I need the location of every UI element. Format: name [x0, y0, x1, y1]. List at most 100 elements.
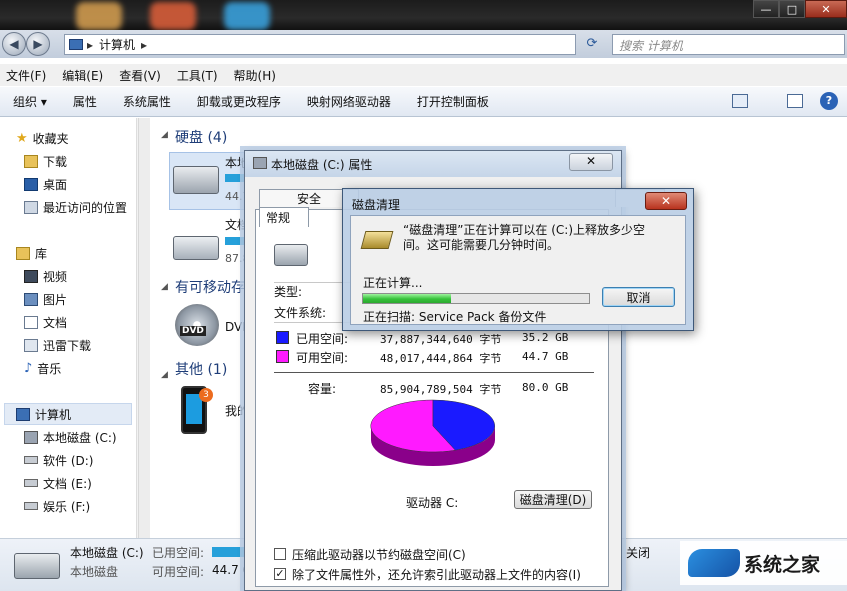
sidebar-item-label: 图片	[43, 292, 68, 307]
sidebar-item-favorites[interactable]: ★ 收藏夹	[16, 128, 69, 148]
menu-help[interactable]: 帮助(H)	[228, 67, 286, 84]
free-space-swatch	[276, 350, 289, 363]
sidebar-item-label: 软件 (D:)	[43, 453, 94, 468]
disk-cleanup-title: 磁盘清理	[352, 198, 401, 212]
blurred-app-icon	[150, 2, 196, 30]
details-drive-type: 本地磁盘	[70, 565, 119, 579]
sidebar-item-computer[interactable]: 计算机	[16, 404, 71, 424]
details-used-label: 已用空间:	[152, 546, 205, 560]
dvd-drive-icon[interactable]: DVD	[175, 304, 219, 346]
sidebar-item-libraries[interactable]: 库	[16, 243, 47, 263]
view-options-icon[interactable]	[732, 94, 748, 108]
sidebar-item-documents[interactable]: 文档	[24, 312, 67, 332]
capacity-gb: 80.0 GB	[522, 381, 569, 394]
used-space-label: 已用空间:	[296, 332, 349, 346]
sidebar-item-label: 计算机	[35, 407, 72, 422]
filesystem-label: 文件系统:	[274, 306, 327, 320]
address-bar[interactable]: ▸ 计算机 ▸	[64, 34, 576, 55]
content-scrollbar[interactable]	[138, 118, 150, 538]
used-space-gb: 35.2 GB	[522, 331, 569, 344]
breadcrumb[interactable]: 计算机	[99, 36, 135, 53]
properties-close-button[interactable]: ✕	[569, 153, 613, 171]
search-input[interactable]: 搜索 计算机	[612, 34, 845, 55]
maximize-button[interactable]: □	[779, 0, 805, 18]
free-space-bytes: 48,017,444,864 字节	[380, 352, 502, 365]
sidebar-item-music[interactable]: ♪ 音乐	[24, 358, 61, 378]
collapse-arrow-icon[interactable]: ◢	[161, 130, 168, 140]
watermark-logo-icon	[688, 549, 740, 577]
index-contents-checkbox[interactable]: ✓	[274, 568, 286, 580]
video-icon	[24, 269, 38, 283]
capacity-bytes: 85,904,789,504 字节	[380, 383, 502, 396]
refresh-icon[interactable]: ⟳	[580, 36, 604, 54]
menu-tools[interactable]: 工具(T)	[171, 67, 228, 84]
navigation-pane: ★ 收藏夹 下载 桌面 最近访问的位置 库 视频 图片 文档 迅雷下载 ♪ 音乐…	[0, 118, 150, 538]
disk-cleanup-button[interactable]: 磁盘清理(D)	[514, 490, 592, 509]
map-network-drive-button[interactable]: 映射网络驱动器	[294, 93, 404, 110]
organize-button[interactable]: 组织 ▾	[0, 93, 60, 110]
properties-button[interactable]: 属性	[60, 93, 110, 110]
compress-drive-checkbox[interactable]	[274, 548, 286, 560]
sidebar-item-label: 桌面	[43, 177, 68, 192]
drive-icon[interactable]	[173, 236, 219, 260]
disk-usage-pie-chart	[370, 399, 495, 466]
menu-view[interactable]: 查看(V)	[113, 67, 171, 84]
tab-general[interactable]: 常规	[259, 207, 309, 227]
properties-dialog-titlebar[interactable]: 本地磁盘 (C:) 属性	[245, 151, 621, 177]
sidebar-item-thunder-downloads[interactable]: 迅雷下载	[24, 335, 91, 355]
menu-edit[interactable]: 编辑(E)	[56, 67, 113, 84]
sidebar-item-downloads[interactable]: 下载	[24, 151, 67, 171]
sidebar-item-label: 下载	[43, 154, 68, 169]
collapse-arrow-icon[interactable]: ◢	[161, 370, 168, 380]
collapse-arrow-icon[interactable]: ◢	[161, 282, 168, 292]
system-properties-button[interactable]: 系统属性	[110, 93, 184, 110]
sidebar-item-label: 最近访问的位置	[43, 200, 128, 215]
details-close-label: 关闭	[626, 546, 651, 560]
group-header-hard-disks[interactable]: 硬盘 (4)	[175, 127, 227, 147]
library-icon	[16, 246, 30, 260]
sidebar-item-pictures[interactable]: 图片	[24, 289, 67, 309]
disk-cleanup-body: “磁盘清理”正在计算可以在 (C:)上释放多少空 间。这可能需要几分钟时间。 正…	[350, 215, 686, 325]
sidebar-item-label: 文档 (E:)	[43, 476, 92, 491]
scan-progress-fill	[363, 294, 452, 303]
sidebar-item-label: 本地磁盘 (C:)	[43, 430, 117, 445]
star-icon: ★	[16, 130, 28, 146]
group-header-removable[interactable]: 有可移动存	[175, 277, 245, 297]
open-control-panel-button[interactable]: 打开控制面板	[404, 93, 502, 110]
cancel-button[interactable]: 取消	[602, 287, 675, 307]
sidebar-item-drive-c[interactable]: 本地磁盘 (C:)	[24, 427, 117, 447]
sidebar-item-drive-d[interactable]: 软件 (D:)	[24, 450, 93, 470]
close-button[interactable]: ✕	[805, 0, 847, 18]
uninstall-program-button[interactable]: 卸载或更改程序	[184, 93, 294, 110]
sidebar-item-drive-f[interactable]: 娱乐 (F:)	[24, 496, 90, 516]
disk-cleanup-close-button[interactable]: ✕	[645, 192, 687, 210]
help-icon[interactable]: ?	[820, 92, 838, 110]
sidebar-item-label: 娱乐 (F:)	[43, 499, 91, 514]
sidebar-item-label: 收藏夹	[32, 131, 69, 146]
watermark: 系统之家	[680, 541, 847, 585]
minimize-button[interactable]: —	[753, 0, 779, 18]
sidebar-item-desktop[interactable]: 桌面	[24, 174, 67, 194]
free-space-gb: 44.7 GB	[522, 350, 569, 363]
windows-drive-icon	[274, 244, 308, 266]
group-header-other[interactable]: 其他 (1)	[175, 359, 227, 379]
drive-icon	[24, 502, 38, 510]
disk-cleanup-dialog: 磁盘清理 ✕ “磁盘清理”正在计算可以在 (C:)上释放多少空 间。这可能需要几…	[342, 188, 694, 331]
used-space-swatch	[276, 331, 289, 344]
forward-button[interactable]: ▶	[26, 32, 50, 56]
back-button[interactable]: ◀	[2, 32, 26, 56]
drive-icon	[24, 456, 38, 464]
sidebar-item-videos[interactable]: 视频	[24, 266, 67, 286]
windows-drive-icon	[24, 430, 38, 444]
document-icon	[24, 315, 38, 329]
music-icon: ♪	[24, 360, 33, 376]
sidebar-item-recent[interactable]: 最近访问的位置	[24, 197, 127, 217]
scanning-status: 正在扫描: Service Pack 备份文件	[363, 310, 547, 324]
picture-icon	[24, 292, 38, 306]
sidebar-item-drive-e[interactable]: 文档 (E:)	[24, 473, 92, 493]
menu-file[interactable]: 文件(F)	[0, 67, 56, 84]
index-contents-label: 除了文件属性外，还允许索引此驱动器上文件的内容(I)	[292, 568, 581, 582]
watermark-text: 系统之家	[744, 554, 821, 576]
preview-pane-icon[interactable]	[787, 94, 803, 108]
windows-drive-icon[interactable]	[173, 166, 219, 194]
